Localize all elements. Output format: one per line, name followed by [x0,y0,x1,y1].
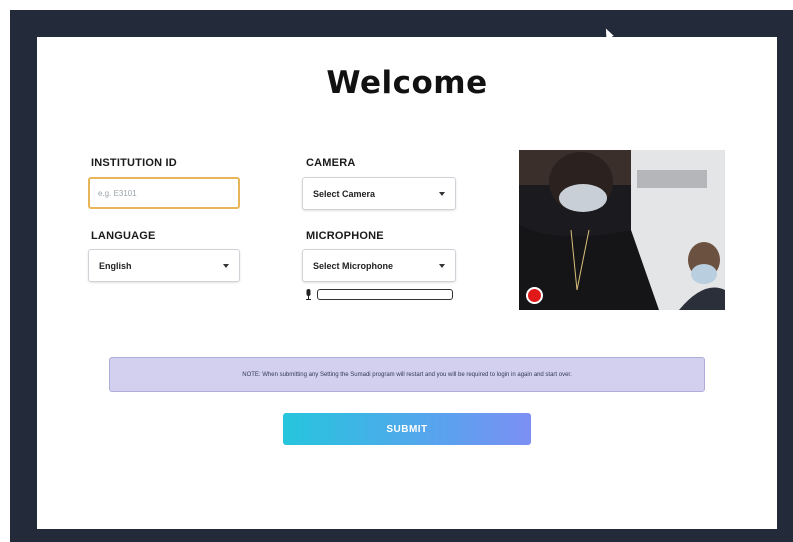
chevron-down-icon [439,263,445,268]
institution-id-input[interactable] [88,177,240,209]
submit-button[interactable]: SUBMIT [283,413,531,445]
record-icon[interactable] [526,287,543,304]
welcome-card: Welcome INSTITUTION ID LANGUAGE English … [37,37,777,529]
microphone-level-row [305,289,453,300]
microphone-label: MICROPHONE [306,230,384,242]
institution-id-label: INSTITUTION ID [91,157,177,169]
page-title: Welcome [326,65,488,101]
camera-preview-image [519,150,725,310]
microphone-level-meter [317,289,453,300]
chevron-down-icon [223,263,229,268]
camera-preview [519,150,725,310]
settings-note: NOTE: When submitting any Setting the Su… [109,357,705,392]
camera-select[interactable]: Select Camera [302,177,456,210]
camera-label: CAMERA [306,157,356,169]
microphone-icon [306,289,311,300]
language-label: LANGUAGE [91,230,156,242]
camera-select-value: Select Camera [313,188,376,199]
microphone-select-value: Select Microphone [313,260,394,271]
chevron-down-icon [439,191,445,196]
language-select-value: English [99,260,132,271]
language-select[interactable]: English [88,249,240,282]
microphone-select[interactable]: Select Microphone [302,249,456,282]
